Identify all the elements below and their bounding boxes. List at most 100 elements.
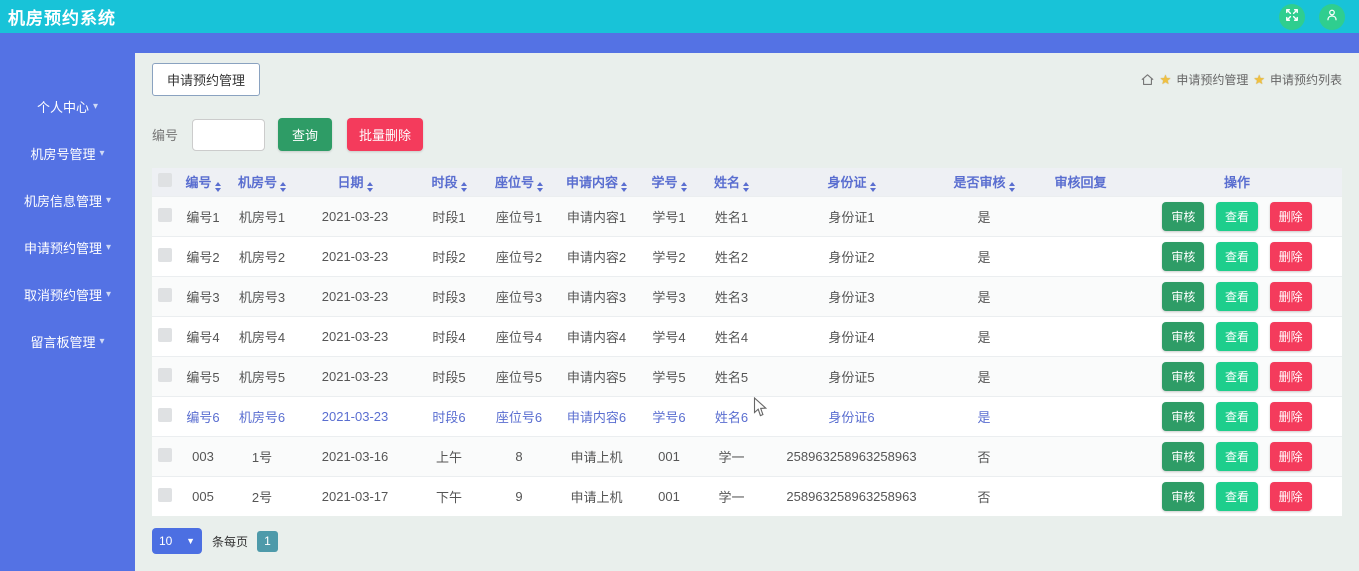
cell-reviewed: 否 xyxy=(939,475,1029,516)
user-button[interactable] xyxy=(1319,3,1345,30)
view-button[interactable]: 查看 xyxy=(1215,361,1258,391)
delete-button[interactable]: 删除 xyxy=(1269,201,1312,231)
audit-button[interactable]: 审核 xyxy=(1162,321,1205,351)
cell-student-id: 学号5 xyxy=(639,355,699,396)
column-header[interactable]: 申请内容 xyxy=(554,168,639,196)
cell-id-card: 258963258963258963 xyxy=(764,435,939,476)
search-input[interactable] xyxy=(192,118,266,151)
column-header[interactable]: 身份证 xyxy=(764,168,939,196)
user-icon xyxy=(1325,8,1339,25)
breadcrumb-item[interactable]: 申请预约列表 xyxy=(1270,71,1342,88)
row-checkbox[interactable] xyxy=(158,367,172,382)
view-button[interactable]: 查看 xyxy=(1215,441,1258,471)
delete-button[interactable]: 删除 xyxy=(1269,481,1312,511)
row-checkbox[interactable] xyxy=(158,207,172,222)
cell-room-number: 机房号1 xyxy=(228,195,296,236)
audit-button[interactable]: 审核 xyxy=(1162,241,1205,271)
fullscreen-button[interactable] xyxy=(1279,3,1305,30)
cell-review-reply xyxy=(1029,355,1132,396)
cell-date: 2021-03-17 xyxy=(296,475,414,516)
sort-icon xyxy=(621,181,627,192)
sidebar-item-room-info-mgmt[interactable]: 机房信息管理 ▾ xyxy=(0,177,135,224)
sidebar-item-room-number-mgmt[interactable]: 机房号管理 ▾ xyxy=(0,130,135,177)
cell-review-reply xyxy=(1029,315,1132,356)
sidebar-item-personal-center[interactable]: 个人中心 ▾ xyxy=(0,83,135,130)
cell-seat-number: 座位号6 xyxy=(484,395,554,436)
home-icon[interactable] xyxy=(1140,72,1155,87)
delete-button[interactable]: 删除 xyxy=(1269,321,1312,351)
cell-name: 姓名1 xyxy=(699,195,764,236)
query-button[interactable]: 查询 xyxy=(278,118,333,151)
sort-icon xyxy=(743,181,749,192)
view-button[interactable]: 查看 xyxy=(1215,401,1258,431)
cell-id-card: 身份证6 xyxy=(764,395,939,436)
audit-button[interactable]: 审核 xyxy=(1162,481,1205,511)
column-header[interactable]: 学号 xyxy=(639,168,699,196)
cell-name: 学一 xyxy=(699,475,764,516)
select-all-checkbox[interactable] xyxy=(158,173,172,188)
audit-button[interactable]: 审核 xyxy=(1162,441,1205,471)
cell-number: 003 xyxy=(178,435,228,476)
audit-button[interactable]: 审核 xyxy=(1162,361,1205,391)
cell-request-content: 申请上机 xyxy=(554,435,639,476)
cell-date: 2021-03-23 xyxy=(296,195,414,236)
cell-seat-number: 9 xyxy=(484,475,554,516)
delete-button[interactable]: 删除 xyxy=(1269,361,1312,391)
chevron-down-icon: ▾ xyxy=(99,148,105,159)
column-header[interactable]: 座位号 xyxy=(484,168,554,196)
star-icon: ★ xyxy=(1253,71,1265,87)
chevron-down-icon: ▼ xyxy=(186,536,195,546)
audit-button[interactable]: 审核 xyxy=(1162,201,1205,231)
audit-button[interactable]: 审核 xyxy=(1162,281,1205,311)
column-header[interactable]: 姓名 xyxy=(699,168,764,196)
view-button[interactable]: 查看 xyxy=(1215,321,1258,351)
cell-review-reply xyxy=(1029,195,1132,236)
batch-delete-button[interactable]: 批量删除 xyxy=(347,118,424,151)
row-checkbox[interactable] xyxy=(158,487,172,502)
delete-button[interactable]: 删除 xyxy=(1269,281,1312,311)
row-checkbox[interactable] xyxy=(158,327,172,342)
page-size-select[interactable]: 10 ▼ xyxy=(152,528,202,554)
column-header[interactable]: 日期 xyxy=(296,168,414,196)
table-row: 005 2号 2021-03-17 下午 9 申请上机 001 学一 25896… xyxy=(152,475,1342,516)
table-row: 编号4 机房号4 2021-03-23 时段4 座位号4 申请内容4 学号4 姓… xyxy=(152,315,1342,356)
cell-seat-number: 座位号5 xyxy=(484,355,554,396)
view-button[interactable]: 查看 xyxy=(1215,241,1258,271)
delete-button[interactable]: 删除 xyxy=(1269,401,1312,431)
delete-button[interactable]: 删除 xyxy=(1269,441,1312,471)
fullscreen-icon xyxy=(1285,8,1299,25)
view-button[interactable]: 查看 xyxy=(1215,201,1258,231)
sidebar-item-message-board-mgmt[interactable]: 留言板管理 ▾ xyxy=(0,318,135,365)
column-header[interactable]: 时段 xyxy=(414,168,484,196)
cell-time-slot: 时段4 xyxy=(414,315,484,356)
cell-id-card: 身份证5 xyxy=(764,355,939,396)
cell-time-slot: 时段2 xyxy=(414,235,484,276)
sidebar-item-reservation-cancel-mgmt[interactable]: 取消预约管理 ▾ xyxy=(0,271,135,318)
cell-seat-number: 座位号4 xyxy=(484,315,554,356)
cell-time-slot: 上午 xyxy=(414,435,484,476)
row-checkbox[interactable] xyxy=(158,407,172,422)
table-row: 编号1 机房号1 2021-03-23 时段1 座位号1 申请内容1 学号1 姓… xyxy=(152,195,1342,236)
row-checkbox[interactable] xyxy=(158,287,172,302)
sidebar-item-reservation-request-mgmt[interactable]: 申请预约管理 ▾ xyxy=(0,224,135,271)
breadcrumb-item[interactable]: 申请预约管理 xyxy=(1176,71,1248,88)
page-number-button[interactable]: 1 xyxy=(257,530,279,552)
cell-seat-number: 座位号2 xyxy=(484,235,554,276)
cell-reviewed: 是 xyxy=(939,315,1029,356)
column-header[interactable]: 编号 xyxy=(178,168,228,196)
cell-date: 2021-03-23 xyxy=(296,235,414,276)
audit-button[interactable]: 审核 xyxy=(1162,401,1205,431)
column-header[interactable]: 机房号 xyxy=(228,168,296,196)
delete-button[interactable]: 删除 xyxy=(1269,241,1312,271)
sort-icon xyxy=(869,181,876,192)
row-checkbox[interactable] xyxy=(158,447,172,462)
sort-icon xyxy=(366,181,373,192)
view-button[interactable]: 查看 xyxy=(1215,481,1258,511)
cell-name: 姓名5 xyxy=(699,355,764,396)
column-header[interactable]: 是否审核 xyxy=(939,168,1029,196)
cell-number: 编号1 xyxy=(178,195,228,236)
cell-time-slot: 下午 xyxy=(414,475,484,516)
view-button[interactable]: 查看 xyxy=(1215,281,1258,311)
row-checkbox[interactable] xyxy=(158,247,172,262)
cell-id-card: 身份证1 xyxy=(764,195,939,236)
